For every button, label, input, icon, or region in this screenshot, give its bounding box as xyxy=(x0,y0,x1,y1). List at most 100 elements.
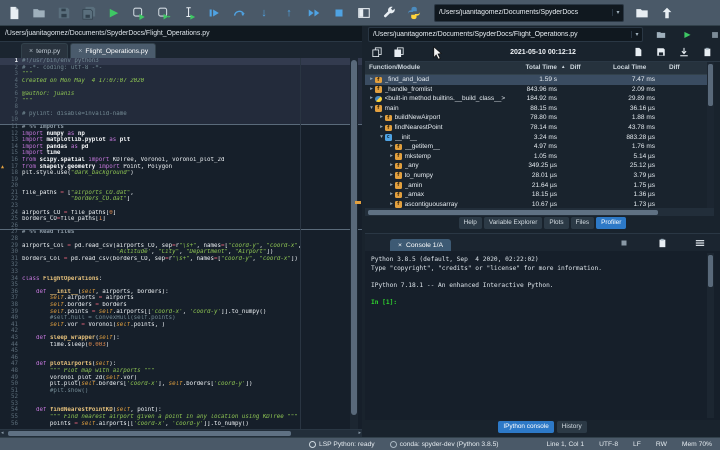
browse-tabs-icon[interactable] xyxy=(5,45,16,56)
warning-icon[interactable]: ▲ xyxy=(1,164,4,171)
status-lf[interactable]: LF xyxy=(633,441,641,448)
options-menu-icon[interactable] xyxy=(694,238,705,249)
run-cell-icon[interactable] xyxy=(131,5,147,21)
code-line[interactable]: 54 def findNearestPointKD(self, point): xyxy=(0,407,362,414)
code-line[interactable]: 56 points = self.airports[['coord-x', 'c… xyxy=(0,421,362,428)
code-line[interactable]: 45 xyxy=(0,348,362,355)
code-line[interactable]: 28 xyxy=(0,236,362,243)
profiler-row[interactable]: ▾ f main 88.15 ms 36.16 µs xyxy=(365,104,714,114)
code-line[interactable]: 52 xyxy=(0,394,362,401)
code-line[interactable]: 37 self.airports = airports xyxy=(0,295,362,302)
profiler-row[interactable]: ▸ <built-in method builtins.__build_class… xyxy=(365,94,714,104)
profiler-row[interactable]: ▸ f _handle_fromlist 843.96 ms 2.09 ms xyxy=(365,85,714,95)
profiler-row[interactable]: ▸ f __getitem__ 4.97 ms 1.76 ms xyxy=(365,142,714,152)
code-line[interactable]: 8 xyxy=(0,104,362,111)
run-cell-advance-icon[interactable] xyxy=(156,5,172,21)
stop-small-icon[interactable] xyxy=(709,29,720,40)
code-line[interactable]: 35 xyxy=(0,282,362,289)
inspect-icon[interactable] xyxy=(656,238,667,249)
run-selection-icon[interactable] xyxy=(181,5,197,21)
scroll-left-icon[interactable]: ◂ xyxy=(1,430,4,437)
status-mem-70-[interactable]: Mem 70% xyxy=(682,441,712,448)
editor-vscroll-thumb[interactable] xyxy=(351,60,357,415)
tab-variable-explorer[interactable]: Variable Explorer xyxy=(483,217,543,229)
editor-vertical-scrollbar[interactable] xyxy=(350,58,358,429)
tab-ipython-console[interactable]: IPython console xyxy=(498,421,554,433)
code-line[interactable]: 1 #!/usr/bin/env python3 xyxy=(0,58,362,65)
col-total-time[interactable]: Total Time xyxy=(483,64,557,71)
expand-icon[interactable]: ▸ xyxy=(368,75,375,85)
expand-icon[interactable]: ▸ xyxy=(368,85,375,95)
code-line[interactable]: 16 from scipy.spatial import KDTree, Voro… xyxy=(0,157,362,164)
code-area[interactable]: 1 #!/usr/bin/env python3 2 # -*- coding: ut… xyxy=(0,58,362,429)
expand-icon[interactable]: ▸ xyxy=(388,161,395,171)
tab-history[interactable]: History xyxy=(556,421,587,433)
profiler-row[interactable]: ▸ f _find_and_load 1.59 s 7.47 ms xyxy=(365,75,714,85)
code-line[interactable]: 3 """ xyxy=(0,71,362,78)
code-line[interactable]: 43 def sleep_wrapper(self): xyxy=(0,335,362,342)
tab-profiler[interactable]: Profiler xyxy=(596,217,627,229)
code-line[interactable]: 9 # pylint: disable=invalid-name xyxy=(0,110,362,118)
expand-icon[interactable]: ▸ xyxy=(388,190,395,200)
step-over-icon[interactable] xyxy=(231,5,247,21)
editor-tab[interactable]: × temp.py xyxy=(21,43,69,58)
profiler-horizontal-scrollbar[interactable] xyxy=(365,208,714,216)
run-icon[interactable]: ▶ xyxy=(106,5,122,21)
chevron-down-icon[interactable]: ▾ xyxy=(631,31,642,38)
expand-icon[interactable]: ▸ xyxy=(378,123,385,133)
console-vscroll-thumb[interactable] xyxy=(708,255,713,287)
pythonpath-icon[interactable] xyxy=(406,5,422,21)
folder-small-icon[interactable] xyxy=(655,29,666,40)
expand-icon[interactable]: ▸ xyxy=(388,200,395,208)
code-line[interactable]: 40 #self.hull = ConvexHull(self.points) xyxy=(0,315,362,322)
editor-tab[interactable]: × Flight_Operations.py xyxy=(70,43,157,58)
stop-icon[interactable] xyxy=(331,5,347,21)
status-line-1-col-1[interactable]: Line 1, Col 1 xyxy=(547,441,585,448)
code-line[interactable]: 42 xyxy=(0,328,362,335)
close-icon[interactable]: × xyxy=(78,48,82,55)
browse-tabs-icon[interactable] xyxy=(372,238,383,249)
options-menu-icon[interactable] xyxy=(163,45,174,56)
code-line[interactable]: 41 self.vor = Voronoi(self.points, ) xyxy=(0,322,362,329)
code-line[interactable]: 27 # %% Read files xyxy=(0,229,362,236)
tab-help[interactable]: Help xyxy=(458,217,482,229)
profiler-row[interactable]: ▸ f _amax 18.15 µs 1.36 µs xyxy=(365,190,714,200)
load-data-icon[interactable] xyxy=(678,47,689,58)
close-icon[interactable]: × xyxy=(398,242,402,249)
collapse-icon[interactable] xyxy=(371,47,382,58)
status-lsp[interactable]: LSP Python: ready xyxy=(308,440,375,448)
save-all-icon[interactable] xyxy=(81,5,97,21)
col-local-time[interactable]: Local Time xyxy=(613,64,646,71)
code-line[interactable]: 6 @author: juanis xyxy=(0,90,362,98)
tab-plots[interactable]: Plots xyxy=(544,217,569,229)
code-line[interactable]: 39 self.points = self.airports[['coord-x… xyxy=(0,309,362,316)
code-line[interactable]: 38 self.borders = borders xyxy=(0,302,362,309)
code-line[interactable]: 26 xyxy=(0,223,362,230)
parent-dir-icon[interactable] xyxy=(659,5,675,21)
code-line[interactable]: 19 xyxy=(0,177,362,184)
step-return-icon[interactable]: ↑ xyxy=(281,5,297,21)
sort-asc-icon[interactable]: ▲ xyxy=(561,64,565,69)
status-utf-8[interactable]: UTF-8 xyxy=(599,441,618,448)
status-conda[interactable]: conda: spyder-dev (Python 3.8.5) xyxy=(389,440,499,448)
code-line[interactable]: 53 xyxy=(0,401,362,408)
profiler-row[interactable]: ▸ f _any 349.25 µs 25.12 µs xyxy=(365,161,714,171)
col-function-module[interactable]: Function/Module xyxy=(369,64,420,71)
profiler-vscroll-thumb[interactable] xyxy=(708,64,713,106)
code-line[interactable]: 29 airports_Col = pd.read_csv(airports_CO… xyxy=(0,243,362,250)
code-line[interactable]: 21 file_paths = ["airports_CO.dat", xyxy=(0,190,362,197)
code-line[interactable]: 32 xyxy=(0,262,362,269)
profiler-file-combo[interactable]: /Users/juanitagomez/Documents/SpyderDocs… xyxy=(368,27,643,42)
run-small-icon[interactable]: ▶ xyxy=(682,29,693,40)
working-directory-combo[interactable]: /Users/juanitagomez/Documents/SpyderDocs… xyxy=(434,3,624,22)
col-diff-1[interactable]: Diff xyxy=(570,64,581,71)
code-line[interactable]: 22 "borders_CO.dat"] xyxy=(0,196,362,203)
code-line[interactable]: 14 import pandas as pd xyxy=(0,144,362,151)
expand-icon[interactable]: ▾ xyxy=(368,104,375,114)
code-line[interactable]: 47 def plotAirports(self): xyxy=(0,361,362,368)
step-into-icon[interactable]: ↓ xyxy=(256,5,272,21)
code-line[interactable]: 13 import matplotlib.pyplot as plt xyxy=(0,137,362,144)
col-diff-2[interactable]: Diff xyxy=(669,64,680,71)
tab-files[interactable]: Files xyxy=(570,217,595,229)
code-line[interactable]: 50 plt.plot(self.borders['coord-x'], sel… xyxy=(0,381,362,388)
